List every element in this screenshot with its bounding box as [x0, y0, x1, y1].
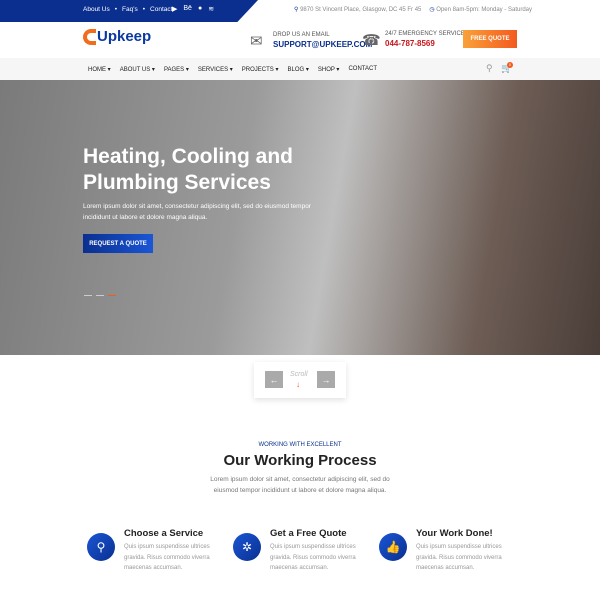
scroll-label: Scroll [290, 371, 308, 378]
nav-pages[interactable]: PAGES ▾ [164, 66, 189, 73]
phone-label: 24/7 EMERGENCY SERVICE [385, 31, 465, 37]
gear-logo-icon [83, 28, 96, 45]
free-quote-button[interactable]: FREE QUOTE [463, 30, 517, 48]
nav-shop[interactable]: SHOP ▾ [318, 66, 340, 73]
contact-link[interactable]: Contact [150, 6, 172, 13]
email-contact: DROP US AN EMAIL SUPPORT@UPKEEP.COM [273, 32, 372, 49]
nav-projects[interactable]: PROJECTS ▾ [242, 66, 279, 73]
process-step: ✲ Get a Free Quote Quis ipsum suspendisse… [233, 528, 373, 574]
nav-blog[interactable]: BLOG ▾ [287, 66, 308, 73]
youtube-icon[interactable]: ▶ [172, 5, 177, 13]
section-subtitle: WORKING WITH EXCELLENT [258, 442, 342, 448]
search-icon: ⚲ [87, 533, 115, 561]
step-text: Quis ipsum suspendisse ultrices gravida.… [270, 544, 356, 571]
about-us-link[interactable]: About Us [83, 6, 110, 13]
step-title: Get a Free Quote [270, 528, 347, 539]
address: 9870 St Vincent Place, Glasgow, DC 45 Fr… [300, 7, 422, 13]
section-text: Lorem ipsum dolor sit amet, consectetur … [210, 476, 390, 494]
thumbs-up-icon: 👍 [379, 533, 407, 561]
behance-icon[interactable]: Bē [183, 5, 192, 13]
location-icon: ⚲ [294, 7, 299, 13]
nav-services[interactable]: SERVICES ▾ [198, 66, 233, 73]
slider-dots [84, 295, 116, 296]
email-label: DROP US AN EMAIL [273, 32, 330, 38]
separator: • [114, 6, 118, 13]
slide-dot[interactable] [96, 295, 104, 296]
nav-home[interactable]: HOME ▾ [88, 66, 111, 73]
slide-dot[interactable] [84, 295, 92, 296]
step-text: Quis ipsum suspendisse ultrices gravida.… [124, 544, 210, 571]
nav-items: HOME ▾ ABOUT US ▾ PAGES ▾ SERVICES ▾ PRO… [88, 66, 377, 73]
top-links: About Us • Faq's • Contact [83, 6, 172, 13]
hero-text: Lorem ipsum dolor sit amet, consectetur … [83, 203, 311, 221]
step-title: Choose a Service [124, 528, 204, 539]
hours: Open 8am-5pm: Monday - Saturday [436, 7, 533, 13]
scroll-controls: ← Scroll ↓ → [254, 362, 346, 398]
search-icon[interactable]: ⚲ [486, 63, 493, 74]
arrow-left-icon[interactable]: ← [265, 371, 283, 388]
process-step: 👍 Your Work Done! Quis ipsum suspendisse … [379, 528, 519, 574]
arrow-down-icon[interactable]: ↓ [296, 380, 300, 389]
step-title: Your Work Done! [416, 528, 493, 539]
logo-text: Upkeep [97, 28, 152, 45]
nav-contact[interactable]: CONTACT [348, 66, 377, 73]
request-quote-button[interactable]: REQUEST A QUOTE [83, 234, 153, 253]
hero-title: Heating, Cooling and Plumbing Services [83, 145, 293, 194]
rss-icon[interactable]: ≋ [208, 5, 214, 13]
phone-number[interactable]: 044-787-8569 [385, 39, 465, 48]
gear-icon: ✲ [233, 533, 261, 561]
process-step: ⚲ Choose a Service Quis ipsum suspendisse… [87, 528, 227, 574]
slide-dot[interactable] [108, 295, 116, 296]
github-icon[interactable]: ● [198, 5, 202, 13]
phone-contact: 24/7 EMERGENCY SERVICE 044-787-8569 [385, 31, 465, 48]
email-link[interactable]: SUPPORT@UPKEEP.COM [273, 40, 372, 49]
arrow-right-icon[interactable]: → [317, 371, 335, 388]
envelope-icon: ✉ [250, 33, 263, 50]
clock-icon: ◷ [429, 7, 435, 13]
social-links: ▶ Bē ● ≋ [172, 5, 214, 13]
cart-count: 0 [507, 62, 513, 68]
logo[interactable]: Upkeep [83, 28, 151, 45]
separator: • [142, 6, 146, 13]
top-info: ⚲ 9870 St Vincent Place, Glasgow, DC 45 … [294, 6, 532, 13]
section-title: Our Working Process [223, 452, 377, 469]
phone-icon: ☎ [362, 32, 381, 49]
faqs-link[interactable]: Faq's [122, 6, 138, 13]
step-text: Quis ipsum suspendisse ultrices gravida.… [416, 544, 502, 571]
nav-about-us[interactable]: ABOUT US ▾ [120, 66, 155, 73]
